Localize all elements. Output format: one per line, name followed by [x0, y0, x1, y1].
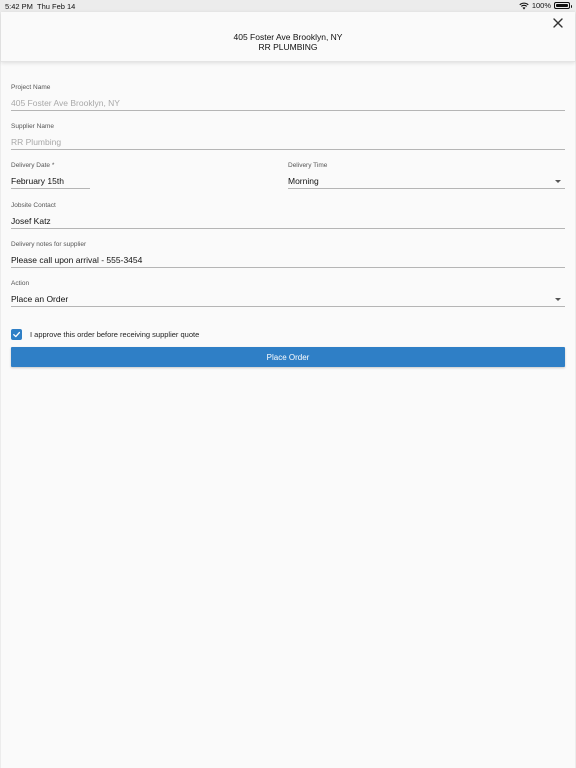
delivery-time-label: Delivery Time	[288, 162, 328, 169]
delivery-notes-field[interactable]: Delivery notes for supplier Please call …	[11, 241, 565, 268]
delivery-time-underline	[288, 188, 565, 189]
wifi-icon	[519, 2, 529, 9]
delivery-notes-value: Please call upon arrival - 555-3454	[11, 255, 143, 265]
project-name-label: Project Name	[11, 84, 51, 91]
delivery-time-select[interactable]: Delivery Time Morning	[288, 162, 565, 189]
battery-percent: 100%	[531, 1, 551, 10]
action-underline	[11, 306, 565, 307]
chevron-down-icon	[555, 180, 561, 183]
jobsite-contact-value: Josef Katz	[11, 216, 51, 226]
delivery-notes-underline	[11, 267, 565, 268]
jobsite-contact-field[interactable]: Jobsite Contact Josef Katz	[11, 202, 565, 229]
battery-icon	[554, 2, 572, 9]
supplier-name-label: Supplier Name	[11, 123, 54, 130]
approve-checkbox[interactable]	[11, 328, 22, 340]
status-time: 5:42 PM	[5, 2, 33, 11]
supplier-name-field[interactable]: Supplier Name RR Plumbing	[11, 123, 565, 150]
close-button[interactable]	[551, 16, 565, 30]
chevron-down-icon	[555, 298, 561, 301]
supplier-name-underline	[11, 149, 565, 150]
project-name-value: 405 Foster Ave Brooklyn, NY	[11, 98, 120, 108]
delivery-notes-label: Delivery notes for supplier	[11, 241, 87, 248]
status-right: 100%	[519, 1, 572, 10]
approve-row: I approve this order before receiving su…	[11, 328, 199, 340]
order-sheet: 405 Foster Ave Brooklyn, NY RR PLUMBING …	[1, 12, 575, 768]
project-name-field[interactable]: Project Name 405 Foster Ave Brooklyn, NY	[11, 84, 565, 111]
close-icon	[553, 18, 563, 28]
action-select[interactable]: Action Place an Order	[11, 280, 565, 307]
delivery-date-value: February 15th	[11, 176, 64, 186]
status-date: Thu Feb 14	[37, 2, 76, 11]
delivery-time-value: Morning	[288, 176, 319, 186]
delivery-date-field[interactable]: Delivery Date * February 15th	[11, 162, 90, 189]
action-label: Action	[11, 280, 30, 287]
supplier-name-value: RR Plumbing	[11, 137, 62, 147]
project-name-underline	[11, 110, 565, 111]
checkmark-icon	[13, 331, 21, 337]
place-order-button[interactable]: Place Order	[11, 347, 565, 367]
status-bar: 5:42 PM Thu Feb 14 100%	[0, 0, 576, 12]
sheet-header: 405 Foster Ave Brooklyn, NY RR PLUMBING	[1, 12, 575, 62]
delivery-date-label: Delivery Date *	[11, 162, 55, 169]
delivery-date-underline	[11, 188, 90, 189]
jobsite-contact-underline	[11, 228, 565, 229]
header-supplier: RR PLUMBING	[258, 42, 318, 52]
header-address: 405 Foster Ave Brooklyn, NY	[233, 32, 343, 42]
jobsite-contact-label: Jobsite Contact	[11, 202, 56, 209]
approve-label: I approve this order before receiving su…	[30, 329, 200, 339]
action-value: Place an Order	[11, 294, 69, 304]
